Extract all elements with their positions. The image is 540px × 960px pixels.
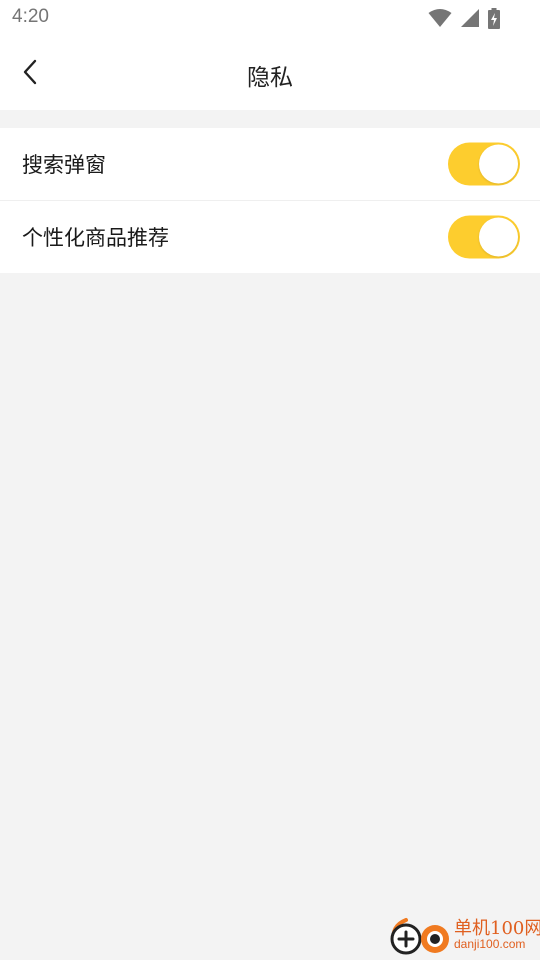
watermark-logo-icon xyxy=(390,918,449,955)
setting-row-search-popup: 搜索弹窗 xyxy=(0,128,540,200)
status-icons xyxy=(428,7,500,29)
watermark: 单机100网 danji100.com xyxy=(388,914,540,958)
battery-charging-icon xyxy=(488,7,500,29)
toggle-knob xyxy=(479,144,518,184)
setting-row-personalized-recommendation: 个性化商品推荐 xyxy=(0,200,540,273)
search-popup-toggle[interactable] xyxy=(448,142,520,186)
watermark-url: danji100.com xyxy=(454,937,526,951)
toggle-knob xyxy=(479,217,518,257)
page-title: 隐私 xyxy=(247,65,293,91)
settings-list: 搜索弹窗 个性化商品推荐 xyxy=(0,128,540,273)
top-app-bar: 隐私 xyxy=(0,38,540,110)
wifi-icon xyxy=(428,8,452,28)
cell-signal-icon xyxy=(460,8,480,28)
status-bar: 4:20 xyxy=(0,0,540,38)
setting-label: 个性化商品推荐 xyxy=(22,226,169,250)
setting-label: 搜索弹窗 xyxy=(22,153,106,177)
personalized-recommendation-toggle[interactable] xyxy=(448,215,520,259)
status-time: 4:20 xyxy=(12,6,49,27)
